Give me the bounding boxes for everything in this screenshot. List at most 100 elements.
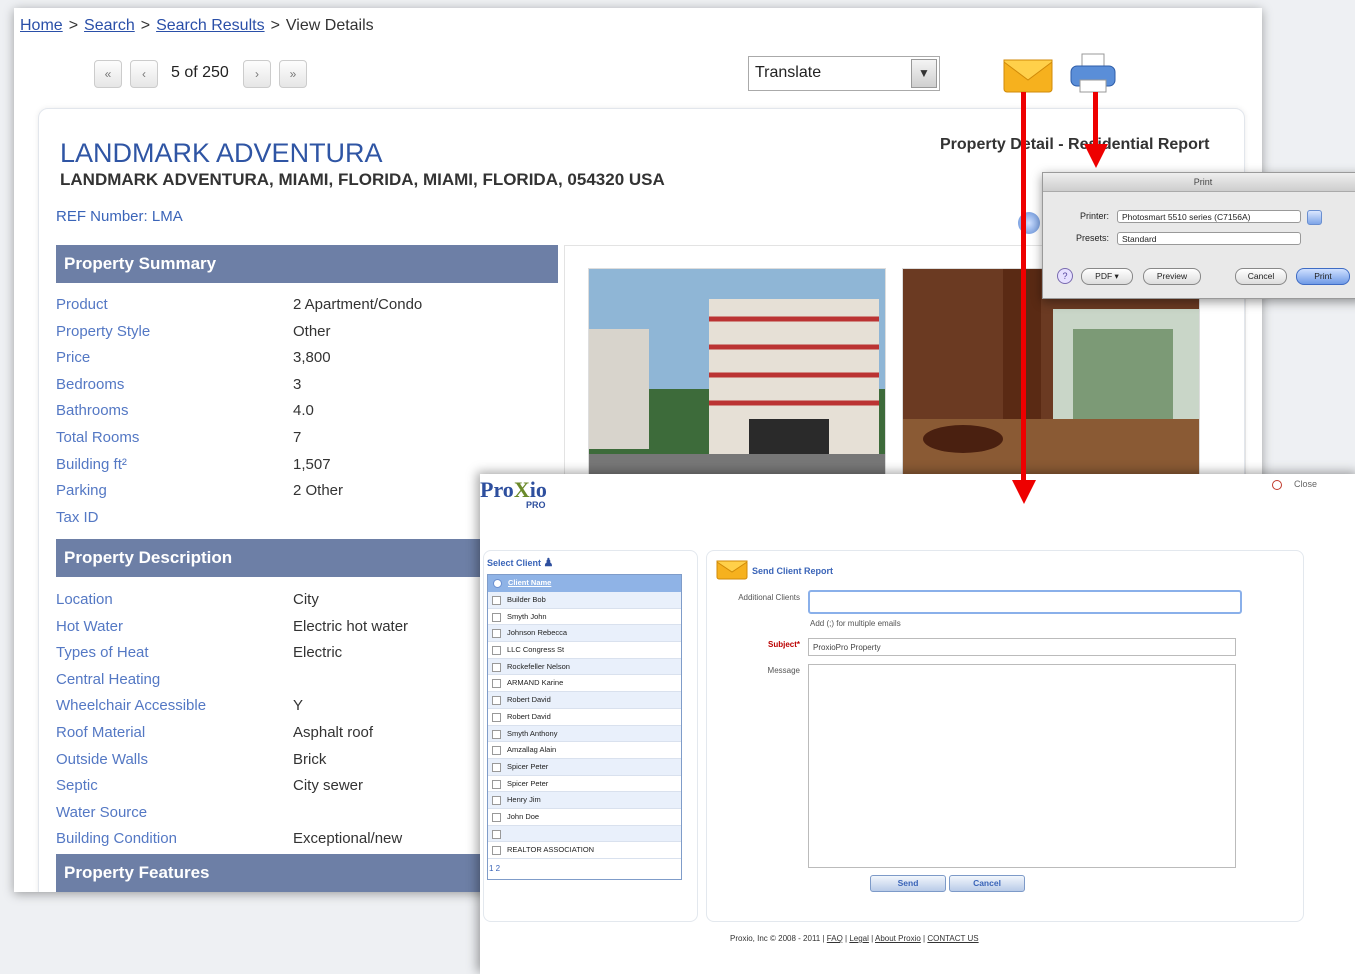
detail-value: Y [293,697,304,715]
prev-page-button[interactable]: ‹ [130,60,158,88]
client-checkbox[interactable] [492,662,501,672]
detail-label: Total Rooms [56,428,140,446]
breadcrumb-separator: > [140,17,151,34]
client-checkbox[interactable] [492,696,501,706]
pdf-button[interactable]: PDF ▾ [1081,268,1133,285]
lobby-interior-photo[interactable] [902,268,1200,485]
detail-row: Product 2 Apartment/Condo [56,292,516,319]
breadcrumb-results-link[interactable]: Search Results [156,17,265,34]
client-name: Robert David [507,695,551,705]
client-name: Robert David [507,711,551,721]
detail-label: Roof Material [56,723,146,741]
printer-icon[interactable] [1068,52,1118,96]
client-row[interactable]: Amzallag Alain [488,742,681,759]
client-checkbox[interactable] [492,746,501,756]
footer-contact-link[interactable]: CONTACT US [927,934,978,943]
client-checkbox[interactable] [492,612,501,622]
client-row[interactable]: Henry Jim [488,792,681,809]
detail-value: Electric hot water [293,617,409,635]
breadcrumb-search-link[interactable]: Search [84,17,135,34]
subject-label: Subject* [767,640,800,649]
client-row[interactable]: Spicer Peter [488,776,681,793]
client-checkbox[interactable] [492,779,501,789]
client-name: John Doe [507,811,540,821]
detail-label: Bathrooms [56,402,129,420]
client-checkbox[interactable] [492,629,501,639]
client-row[interactable]: LLC Congress St [488,642,681,659]
detail-row: Price 3,800 [56,345,516,372]
client-name: ARMAND Karine [507,678,564,688]
expand-dialog-button[interactable] [1307,210,1322,225]
detail-label: Price [56,349,91,367]
detail-label: Building ft² [56,455,127,473]
preview-button[interactable]: Preview [1143,268,1201,285]
footer: Proxio, Inc © 2008 - 2011 | FAQ | Legal … [730,934,979,943]
client-list: Client Name Builder Bob Smyth John Johnson… [487,574,682,880]
subject-input[interactable]: ProxioPro Property [808,638,1236,656]
detail-value: City [293,591,319,608]
client-row[interactable]: John Doe [488,809,681,826]
message-textarea[interactable] [808,664,1236,868]
detail-value: City sewer [293,777,364,795]
translate-select[interactable]: Translate ▼ [748,56,940,91]
breadcrumb: Home > Search > Search Results > View Details [20,17,374,35]
client-row[interactable]: Robert David [488,692,681,709]
client-row[interactable]: Builder Bob [488,592,681,609]
detail-row: Types of Heat Electric [56,640,516,667]
detail-row: Bedrooms 3 [56,372,516,399]
print-cancel-button[interactable]: Cancel [1235,268,1287,285]
select-all-radio[interactable] [493,579,502,588]
client-checkbox[interactable] [492,812,501,822]
additional-clients-input[interactable] [808,590,1242,614]
detail-value: Electric [293,644,343,662]
client-row[interactable]: Spicer Peter [488,758,681,776]
presets-select[interactable]: Standard [1117,232,1301,245]
print-confirm-button[interactable]: Print [1296,268,1350,285]
client-row[interactable]: ARMAND Karine [488,675,681,693]
detail-value: 2 Apartment/Condo [293,296,423,313]
client-checkbox[interactable] [492,829,501,839]
breadcrumb-home-link[interactable]: Home [20,17,63,34]
client-row[interactable]: Smyth John [488,609,681,626]
detail-label: Tax ID [56,508,99,526]
client-checkbox[interactable] [492,762,501,772]
ref-number: REF Number: LMA [56,208,183,225]
client-checkbox[interactable] [492,796,501,806]
annotation-arrow-mail [1021,92,1026,484]
client-row[interactable]: Rockefeller Nelson [488,658,681,676]
cancel-button[interactable]: Cancel [949,875,1025,892]
first-page-button[interactable]: « [94,60,122,88]
client-checkbox[interactable] [492,712,501,722]
mail-envelope-icon[interactable] [1002,54,1054,94]
help-icon[interactable]: ? [1057,268,1073,284]
detail-label: Bedrooms [56,375,125,393]
person-icon: ♟ [543,557,554,569]
client-list-header[interactable]: Client Name [488,575,681,592]
client-row[interactable]: Smyth Anthony [488,725,681,743]
client-checkbox[interactable] [492,596,501,605]
detail-row: Parking 2 Other [56,478,516,505]
footer-faq-link[interactable]: FAQ [827,934,843,943]
footer-legal-link[interactable]: Legal [849,934,869,943]
send-button[interactable]: Send [870,875,946,892]
send-report-window: ProXio PRO Close Select Client ♟ Client … [480,474,1355,974]
last-page-button[interactable]: » [279,60,307,88]
building-exterior-photo[interactable] [588,268,886,485]
next-page-button[interactable]: › [243,60,271,88]
footer-about-link[interactable]: About Proxio [875,934,921,943]
client-row[interactable]: Johnson Rebecca [488,625,681,643]
detail-value: 1,507 [293,455,331,473]
client-checkbox[interactable] [492,679,501,689]
client-checkbox[interactable] [492,729,501,739]
client-checkbox[interactable] [492,646,501,656]
printer-select[interactable]: Photosmart 5510 series (C7156A) [1117,210,1301,223]
client-row[interactable] [488,825,681,843]
client-row[interactable]: Robert David [488,709,681,726]
message-label: Message [767,666,800,675]
client-name-column[interactable]: Client Name [508,578,551,587]
client-checkbox[interactable] [492,846,501,856]
client-row[interactable]: REALTOR ASSOCIATION [488,842,681,859]
breadcrumb-separator: > [68,17,79,34]
close-button[interactable]: Close [1272,479,1317,490]
client-list-pager[interactable]: 1 2 [489,864,500,873]
